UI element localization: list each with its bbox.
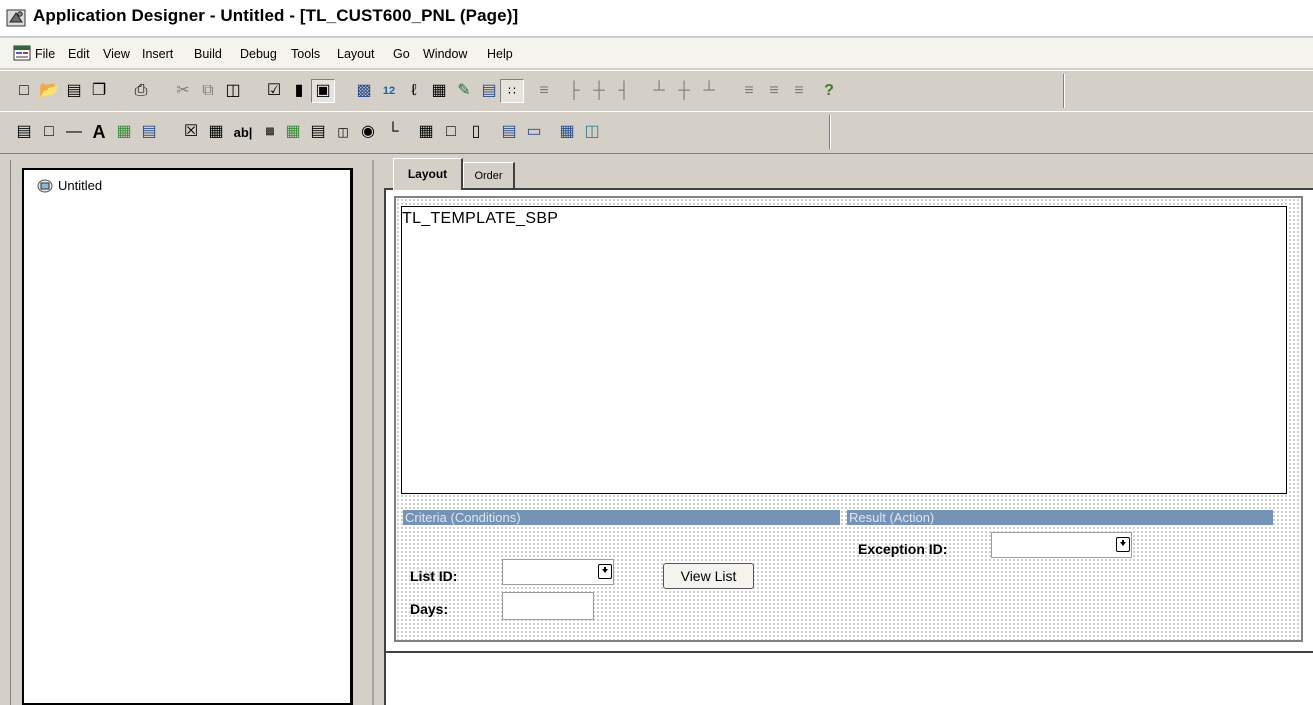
project-root-item[interactable]: Untitled	[58, 178, 102, 193]
edit-icon[interactable]: ✎	[453, 80, 475, 102]
exception-id-dropdown[interactable]	[991, 532, 1132, 558]
align-bottom-icon[interactable]: ┼	[673, 80, 695, 102]
save-icon[interactable]: ▤	[63, 80, 85, 102]
save-all-icon[interactable]: ❐	[88, 80, 110, 102]
tab-icon[interactable]: ◫	[581, 121, 603, 143]
edit-box-icon[interactable]: ab|	[232, 121, 254, 143]
tab-order-label: Order	[474, 170, 503, 182]
align-top-icon[interactable]: ┤	[613, 80, 635, 102]
properties-icon[interactable]: ☑	[263, 80, 285, 102]
menu-layout[interactable]: Layout	[337, 47, 375, 61]
menu-file[interactable]: File	[35, 47, 55, 61]
drop-down-list-icon[interactable]: ▦	[205, 121, 227, 143]
app-designer-icon	[6, 9, 26, 27]
show-grid-icon[interactable]: ∷	[500, 79, 524, 103]
copy-icon[interactable]: ⧉	[197, 80, 219, 102]
cut-icon[interactable]: ✂	[172, 80, 194, 102]
page-icon[interactable]: ▣	[311, 79, 335, 103]
menu-window[interactable]: Window	[423, 47, 467, 61]
subpage-control[interactable]	[401, 206, 1287, 494]
frame-icon[interactable]: ▤	[13, 121, 35, 143]
tab-order-icon[interactable]: 12	[378, 80, 400, 102]
grid-icon[interactable]: ▤	[478, 80, 500, 102]
criteria-header[interactable]: Criteria (Conditions)	[403, 510, 840, 525]
grid-control-icon[interactable]: ▦	[415, 121, 437, 143]
dropdown-arrow-icon[interactable]	[1116, 537, 1130, 552]
tab-layout[interactable]: Layout	[393, 158, 463, 190]
tree-icon[interactable]: └	[382, 121, 404, 143]
analytic-grid-icon[interactable]: ▦	[556, 121, 578, 143]
open-icon[interactable]: 📂	[38, 80, 60, 102]
toolbar-separator	[1063, 74, 1064, 108]
scroll-bar-icon[interactable]: ▯	[465, 121, 487, 143]
long-edit-box-icon[interactable]: ▤	[307, 121, 329, 143]
check-box-icon[interactable]: ☒	[180, 121, 202, 143]
print-icon[interactable]: ⎙	[130, 80, 152, 102]
result-header[interactable]: Result (Action)	[847, 510, 1273, 525]
html-area-icon[interactable]: ▩	[259, 121, 281, 143]
distribute-right-icon[interactable]: ≡	[763, 80, 785, 102]
menu-help[interactable]: Help	[487, 47, 513, 61]
horizontal-rule-icon[interactable]: —	[63, 121, 85, 143]
pane-splitter[interactable]	[372, 160, 374, 705]
project-icon[interactable]: ▮	[288, 80, 310, 102]
subpage-label: TL_TEMPLATE_SBP	[402, 210, 559, 227]
html-icon[interactable]: ▦	[428, 80, 450, 102]
group-box-icon[interactable]: □	[38, 121, 60, 143]
menu-view[interactable]: View	[103, 47, 130, 61]
menu-tools[interactable]: Tools	[291, 47, 320, 61]
static-image-icon[interactable]: ▦	[113, 121, 135, 143]
standard-toolbar: □ 📂 ▤ ❐ ⎙ ✂ ⧉ ◫ ☑ ▮ ▣ ▩ 12 ℓ ▦ ✎ ▤ ∷ ≡ ├…	[0, 70, 1313, 112]
design-area-separator	[386, 651, 1313, 653]
tab-layout-label: Layout	[407, 167, 448, 181]
days-field[interactable]	[502, 592, 594, 620]
radio-button-icon[interactable]: ◉	[357, 121, 379, 143]
insert-definition-icon[interactable]: ▩	[353, 80, 375, 102]
paste-icon[interactable]: ◫	[222, 80, 244, 102]
distribute-vertical-icon[interactable]: ≡	[788, 80, 810, 102]
days-label[interactable]: Days:	[410, 601, 448, 617]
menu-edit[interactable]: Edit	[68, 47, 90, 61]
list-id-label[interactable]: List ID:	[410, 568, 457, 584]
menu-build[interactable]: Build	[194, 47, 222, 61]
page-controls-toolbar: ▤ □ — A ▦ ▤ ☒ ▦ ab| ▩ ▦ ▤ ◫ ◉ └ ▦ □ ▯ ▤ …	[0, 111, 1313, 154]
align-center-icon[interactable]: ├	[563, 80, 585, 102]
distribute-left-icon[interactable]: ┴	[698, 80, 720, 102]
menu-go[interactable]: Go	[393, 47, 410, 61]
toolbar-separator	[829, 115, 830, 149]
help-icon[interactable]: ?	[818, 80, 840, 102]
window-title: Application Designer - Untitled - [TL_CU…	[33, 6, 519, 25]
view-list-button[interactable]: View List	[663, 563, 754, 589]
window-edge	[10, 160, 11, 705]
title-bar: Application Designer - Untitled - [TL_CU…	[0, 0, 1313, 37]
menu-insert[interactable]: Insert	[142, 47, 173, 61]
exception-id-label[interactable]: Exception ID:	[858, 541, 947, 557]
page-field-icon[interactable]: ℓ	[403, 80, 425, 102]
scroll-area-icon[interactable]: □	[440, 121, 462, 143]
push-button-icon[interactable]: ◫	[332, 121, 354, 143]
static-text-icon[interactable]: A	[88, 121, 110, 143]
menu-bar: File Edit View Insert Build Debug Tools …	[0, 38, 1313, 68]
project-icon	[37, 179, 53, 193]
dropdown-arrow-icon[interactable]	[598, 564, 612, 579]
new-icon[interactable]: □	[13, 80, 35, 102]
image-icon[interactable]: ▦	[282, 121, 304, 143]
menu-debug[interactable]: Debug	[240, 47, 277, 61]
subpage-icon[interactable]: ▭	[523, 121, 545, 143]
align-left-icon[interactable]: ≡	[533, 80, 555, 102]
tab-order[interactable]: Order	[463, 162, 515, 188]
chart-icon[interactable]: ▤	[138, 121, 160, 143]
align-middle-icon[interactable]: ┴	[648, 80, 670, 102]
distribute-center-icon[interactable]: ≡	[738, 80, 760, 102]
document-icon[interactable]	[13, 45, 31, 61]
align-right-icon[interactable]: ┼	[588, 80, 610, 102]
project-workspace[interactable]: Untitled	[22, 168, 353, 705]
list-id-dropdown[interactable]	[502, 559, 614, 585]
secondary-page-icon[interactable]: ▤	[498, 121, 520, 143]
